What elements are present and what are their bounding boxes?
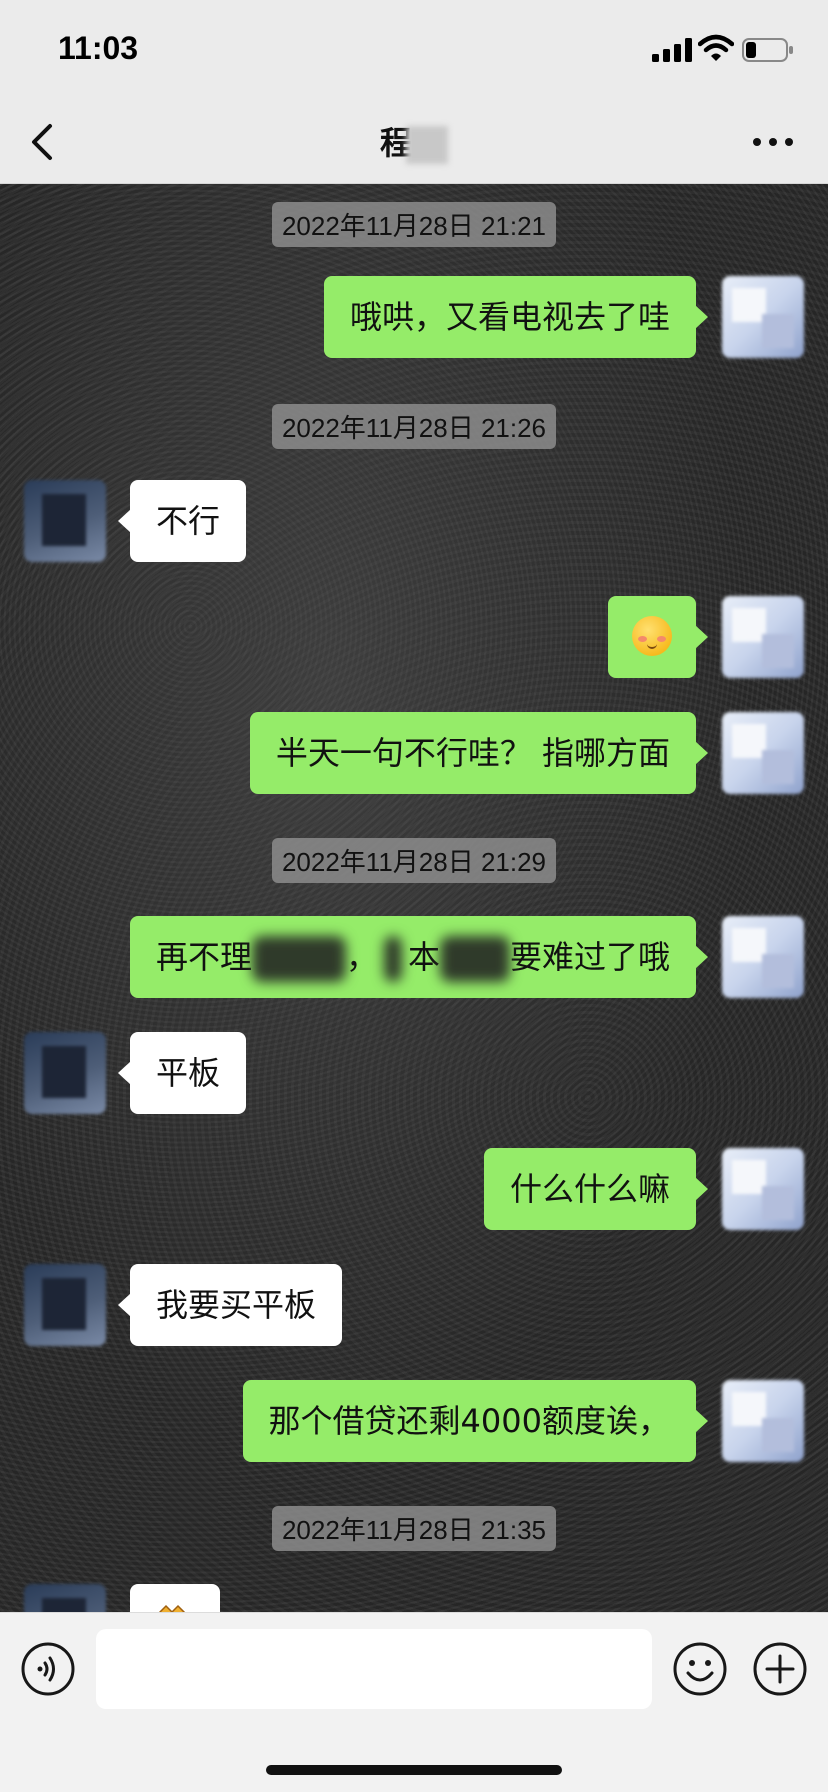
my-avatar[interactable]	[722, 1380, 804, 1462]
chat-title: 程	[0, 118, 828, 164]
message-part: 再不理	[155, 938, 252, 976]
sent-emoji-message[interactable]	[608, 596, 708, 678]
timestamp-text: 2022年11月28日 21:29	[271, 838, 557, 883]
my-avatar[interactable]	[722, 1148, 804, 1230]
timestamp-text: 2022年11月28日 21:35	[271, 1506, 557, 1551]
timestamp: 2022年11月28日 21:29	[0, 838, 828, 883]
contact-avatar[interactable]	[24, 480, 106, 562]
more-icon[interactable]	[750, 120, 796, 164]
sent-message[interactable]: 那个借贷还剩4000额度诶，	[242, 1380, 709, 1462]
emoji-icon[interactable]	[672, 1641, 728, 1697]
timestamp: 2022年11月28日 21:21	[0, 202, 828, 247]
redacted-name	[406, 126, 448, 164]
message-part: 本	[407, 938, 440, 976]
nav-bar: 程	[0, 100, 828, 184]
home-indicator[interactable]	[266, 1765, 562, 1775]
contact-avatar[interactable]	[24, 1264, 106, 1346]
status-bar: 11:03	[0, 0, 828, 100]
contact-avatar[interactable]	[24, 1584, 106, 1612]
my-avatar[interactable]	[722, 596, 804, 678]
voice-icon[interactable]	[20, 1641, 76, 1697]
redacted-text	[251, 936, 346, 982]
received-message[interactable]: 我要买平板	[117, 1264, 343, 1346]
redacted-text	[439, 936, 510, 982]
sent-message[interactable]: 半天一句不行哇？ 指哪方面	[249, 712, 709, 794]
message-input[interactable]	[96, 1629, 652, 1709]
chat-area[interactable]: 2022年11月28日 21:21 哦哄，又看电视去了哇 2022年11月28日…	[0, 184, 828, 1612]
plus-icon[interactable]	[752, 1641, 808, 1697]
my-avatar[interactable]	[722, 712, 804, 794]
received-message[interactable]: 平板	[117, 1032, 247, 1114]
sent-message[interactable]: 什么什么嘛	[483, 1148, 709, 1230]
timestamp: 2022年11月28日 21:26	[0, 404, 828, 449]
sent-message[interactable]: 哦哄，又看电视去了哇	[323, 276, 709, 358]
message-part: 要难过了哦	[509, 938, 670, 976]
sent-message-redacted[interactable]: 再不理 ， 本 要难过了哦	[129, 916, 709, 998]
status-time: 11:03	[58, 30, 139, 66]
timestamp-text: 2022年11月28日 21:21	[271, 202, 557, 247]
my-avatar[interactable]	[722, 916, 804, 998]
sticker-icon	[159, 1604, 185, 1612]
timestamp: 2022年11月28日 21:35	[0, 1506, 828, 1551]
smiling-face-blushing-icon	[632, 616, 672, 656]
message-part: ，	[345, 938, 378, 976]
received-sticker-message[interactable]	[130, 1584, 220, 1612]
contact-avatar[interactable]	[24, 1032, 106, 1114]
received-message[interactable]: 不行	[117, 480, 247, 562]
input-bar	[0, 1612, 828, 1792]
my-avatar[interactable]	[722, 276, 804, 358]
battery-icon	[742, 38, 793, 62]
timestamp-text: 2022年11月28日 21:26	[271, 404, 557, 449]
signal-icon	[652, 38, 692, 62]
redacted-text	[383, 936, 402, 982]
wifi-icon	[698, 34, 734, 61]
